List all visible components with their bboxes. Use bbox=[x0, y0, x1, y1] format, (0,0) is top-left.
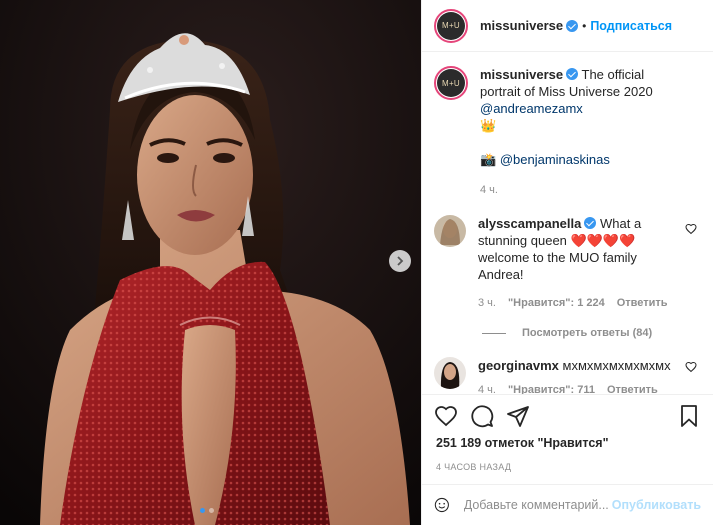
heart-icon[interactable] bbox=[434, 404, 458, 428]
comment-input[interactable] bbox=[463, 498, 612, 512]
action-bar bbox=[422, 394, 713, 436]
crown-emoji: 👑 bbox=[480, 118, 497, 133]
verified-icon bbox=[566, 19, 579, 32]
caption: M+U missuniverse The official portrait o… bbox=[434, 66, 701, 199]
view-replies-button[interactable]: Посмотреть ответы (84) bbox=[482, 327, 701, 339]
comment-username[interactable]: georginavmx bbox=[478, 358, 559, 373]
caption-username[interactable]: missuniverse bbox=[480, 67, 563, 82]
comment-likes[interactable]: "Нравится": 711 bbox=[508, 382, 595, 394]
comment-likes[interactable]: "Нравится": 1 224 bbox=[508, 295, 605, 312]
avatar-photo bbox=[434, 357, 466, 389]
comment-time[interactable]: 3 ч. bbox=[478, 295, 496, 312]
comments-area[interactable]: M+U missuniverse The official portrait o… bbox=[422, 52, 713, 394]
post-photo[interactable] bbox=[0, 0, 421, 525]
comment-text: alysscampanella What a stunning queen ❤️… bbox=[478, 215, 683, 312]
comment-meta: 4 ч. "Нравится": 711 Ответить bbox=[478, 382, 683, 394]
next-arrow-icon bbox=[397, 256, 404, 266]
verified-icon bbox=[566, 68, 579, 80]
comment-icon[interactable] bbox=[470, 404, 494, 428]
view-replies-label: Посмотреть ответы (84) bbox=[522, 327, 653, 339]
separator-dot: • bbox=[582, 18, 587, 33]
verified-icon bbox=[584, 217, 597, 229]
carousel-dot-active bbox=[200, 508, 205, 513]
follow-button[interactable]: Подписаться bbox=[590, 19, 672, 33]
next-photo-button[interactable] bbox=[389, 250, 411, 272]
avatar[interactable]: M+U bbox=[434, 66, 468, 100]
carousel-indicators bbox=[200, 508, 214, 513]
caption-time[interactable]: 4 ч. bbox=[480, 182, 498, 199]
photographer-mention-link[interactable]: @benjaminaskinas bbox=[500, 152, 610, 167]
instagram-post: M+U missuniverse • Подписаться M+U missu… bbox=[0, 0, 713, 525]
avatar-photo bbox=[434, 215, 466, 247]
emoji-icon[interactable] bbox=[434, 494, 450, 516]
comment-username[interactable]: alysscampanella bbox=[478, 216, 581, 231]
avatar[interactable] bbox=[434, 215, 466, 247]
carousel-dot bbox=[209, 508, 214, 513]
add-comment-bar: Опубликовать bbox=[422, 484, 713, 525]
replies-divider bbox=[482, 332, 506, 334]
portrait-image bbox=[0, 0, 421, 525]
share-icon[interactable] bbox=[506, 404, 530, 428]
publish-button[interactable]: Опубликовать bbox=[612, 498, 701, 512]
comment-meta: 3 ч. "Нравится": 1 224 Ответить bbox=[478, 295, 683, 312]
likes-count[interactable]: 251 189 отметок "Нравится" bbox=[422, 436, 713, 456]
camera-emoji: 📸 bbox=[480, 152, 497, 167]
comment-text: georginavmx мхмхмхмхмхмхмх 4 ч. "Нравитс… bbox=[478, 357, 683, 394]
mention-link[interactable]: @andreamezamx bbox=[480, 101, 583, 116]
avatar[interactable] bbox=[434, 357, 466, 389]
bookmark-icon[interactable] bbox=[677, 404, 701, 428]
caption-text: missuniverse The official portrait of Mi… bbox=[480, 66, 685, 199]
reply-button[interactable]: Ответить bbox=[617, 295, 668, 312]
post-side-panel: M+U missuniverse • Подписаться M+U missu… bbox=[421, 0, 713, 525]
avatar-logo: M+U bbox=[437, 69, 465, 97]
heart-icon[interactable] bbox=[685, 223, 697, 235]
avatar-logo: M+U bbox=[437, 11, 465, 40]
comment: alysscampanella What a stunning queen ❤️… bbox=[434, 215, 701, 312]
heart-icon[interactable] bbox=[685, 361, 697, 373]
comment-time[interactable]: 4 ч. bbox=[478, 382, 496, 394]
reply-button[interactable]: Ответить bbox=[607, 382, 658, 394]
post-timestamp[interactable]: 4 ЧАСОВ НАЗАД bbox=[422, 462, 713, 484]
account-username[interactable]: missuniverse bbox=[480, 18, 563, 33]
comment: georginavmx мхмхмхмхмхмхмх 4 ч. "Нравитс… bbox=[434, 357, 701, 394]
avatar[interactable]: M+U bbox=[434, 8, 468, 43]
caption-meta: 4 ч. bbox=[480, 182, 685, 199]
post-header: M+U missuniverse • Подписаться bbox=[422, 0, 713, 52]
comment-body: мхмхмхмхмхмхмх bbox=[562, 358, 671, 373]
